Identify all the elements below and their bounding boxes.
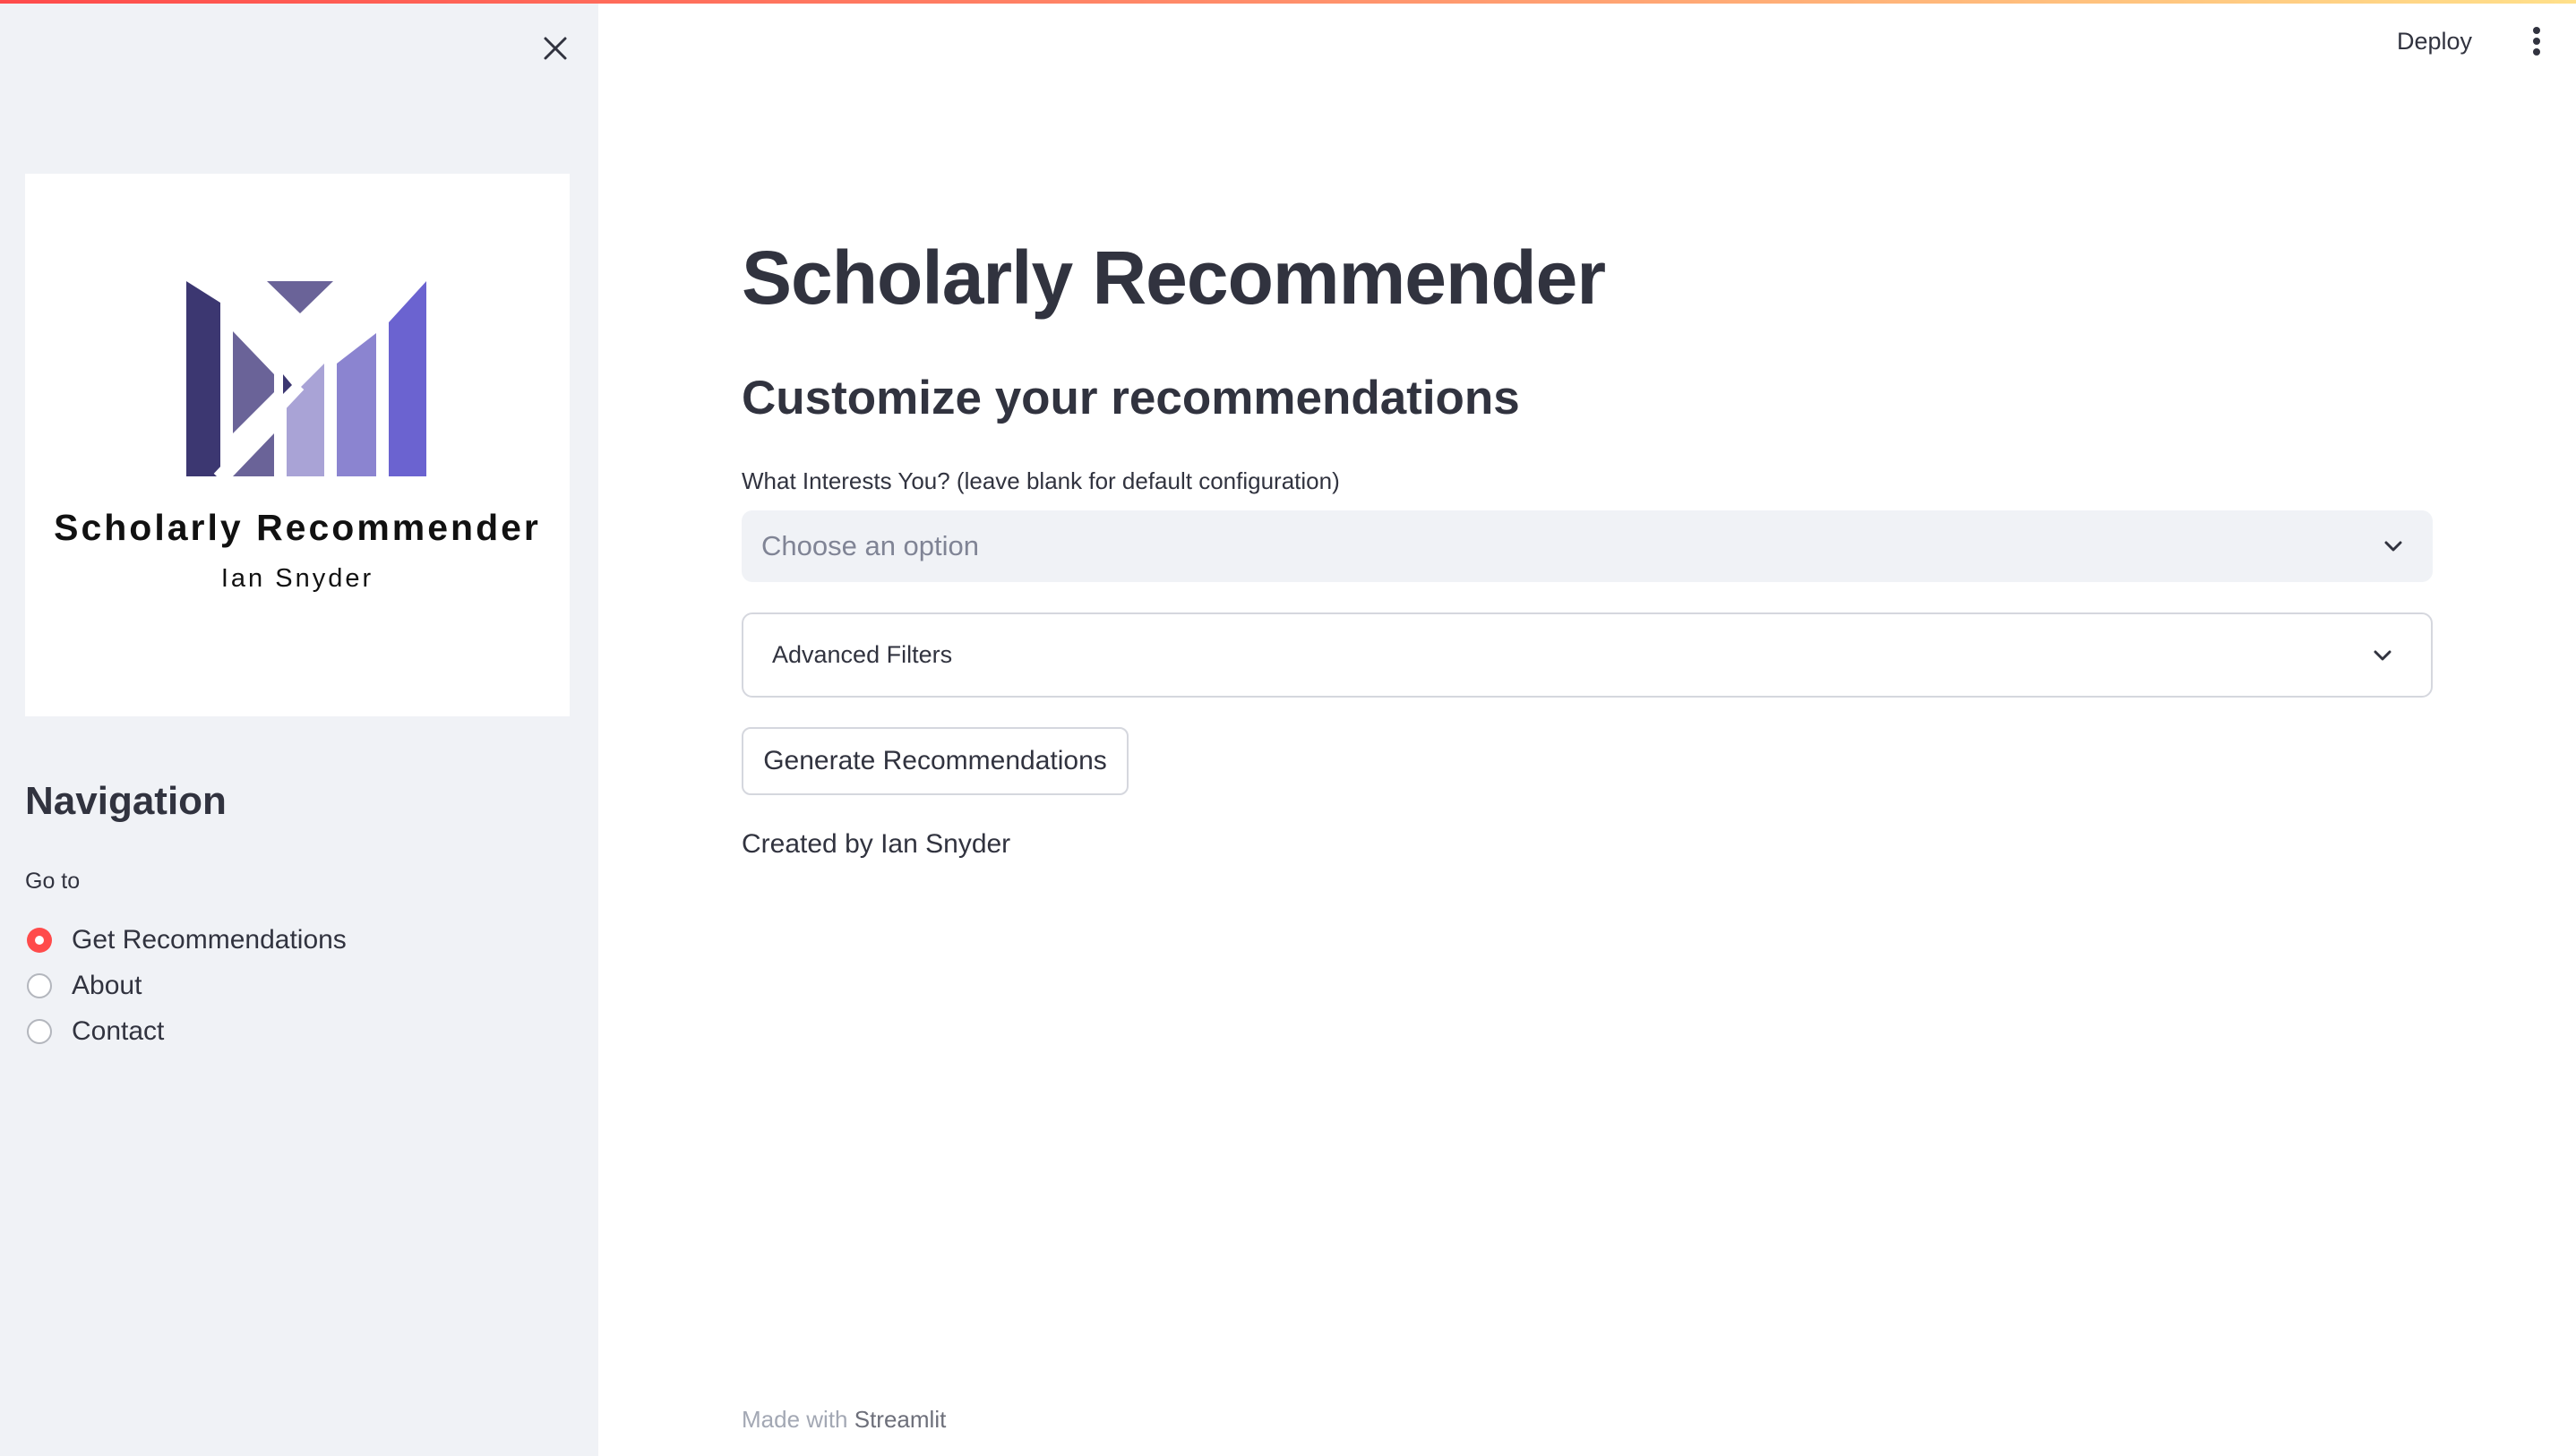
nav-option-label: Get Recommendations [72,924,347,955]
close-icon [544,37,567,60]
interests-placeholder: Choose an option [761,530,980,561]
chevron-down-icon [2384,541,2402,552]
nav-option-label: About [72,970,142,1000]
radio-button-selected[interactable] [27,927,52,953]
logo-card: Scholarly Recommender Ian Snyder [25,174,570,716]
kebab-menu-icon [2533,27,2540,56]
advanced-filters-label: Advanced Filters [772,641,953,668]
interests-label: What Interests You? (leave blank for def… [742,467,1340,494]
logo-mark [186,281,426,476]
deploy-button[interactable]: Deploy [2397,21,2472,61]
main-menu-button[interactable] [2519,20,2555,63]
interests-multiselect[interactable]: Choose an option [742,510,2433,582]
generate-recommendations-button[interactable]: Generate Recommendations [742,727,1129,795]
nav-option-get-recommendations[interactable]: Get Recommendations [27,917,347,963]
radio-button[interactable] [27,972,52,998]
advanced-filters-expander[interactable]: Advanced Filters [742,612,2433,698]
credit-text: Created by Ian Snyder [742,829,1011,859]
logo-subtitle: Ian Snyder [220,564,374,593]
nav-option-contact[interactable]: Contact [27,1008,347,1054]
footer-prefix: Made with [742,1406,848,1433]
nav-option-label: Contact [72,1015,165,1046]
footer: Made with Streamlit [742,1406,946,1434]
logo-title: Scholarly Recommender [54,507,541,548]
navigation-heading: Navigation [25,779,227,823]
nav-option-about[interactable]: About [27,963,347,1008]
section-heading: Customize your recommendations [742,372,1520,424]
top-accent-bar [0,0,2576,4]
app-root: Scholarly Recommender Ian Snyder Navigat… [0,0,2576,1456]
page-title: Scholarly Recommender [742,236,1606,320]
streamlit-link[interactable]: Streamlit [854,1406,947,1433]
radio-button[interactable] [27,1018,52,1044]
sidebar: Scholarly Recommender Ian Snyder Navigat… [0,0,598,1456]
navigation-radio-label: Go to [25,869,81,894]
close-sidebar-button[interactable] [534,27,577,70]
chevron-down-icon [2374,650,2391,661]
navigation-radio-group: Get Recommendations About Contact [27,917,347,1054]
